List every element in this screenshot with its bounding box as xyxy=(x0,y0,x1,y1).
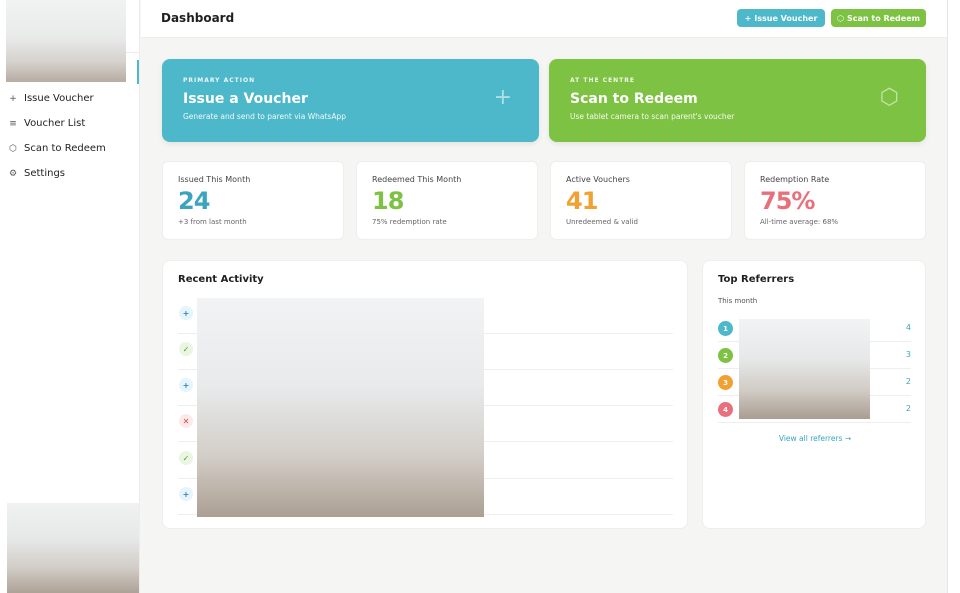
hexagon-icon: ⬡ xyxy=(9,143,17,154)
stat-label: Issued This Month xyxy=(178,175,251,184)
sidebar-item-scan-to-redeem[interactable]: ⬡ Scan to Redeem xyxy=(0,136,140,161)
plus-icon: + xyxy=(744,13,752,23)
sidebar-item-issue-voucher[interactable]: + Issue Voucher xyxy=(0,86,140,111)
top-referrers-panel: Top Referrers This month 1 4 2 3 3 2 4 2… xyxy=(702,260,926,529)
scan-to-redeem-card[interactable]: AT THE CENTRE Scan to Redeem Use tablet … xyxy=(549,59,926,142)
stat-note: 75% redemption rate xyxy=(372,218,447,226)
issue-icon: + xyxy=(179,487,193,501)
rank-badge: 3 xyxy=(718,375,733,390)
referral-count: 4 xyxy=(905,323,911,332)
referral-count: 3 xyxy=(905,350,911,359)
sidebar-item-label: Scan to Redeem xyxy=(24,143,106,154)
card-title: Issue a Voucher xyxy=(183,91,308,107)
stat-card-redeemed: Redeemed This Month 18 75% redemption ra… xyxy=(356,161,538,240)
sidebar-item-label: Settings xyxy=(24,168,66,179)
stat-card-redemption-rate: Redemption Rate 75% All-time average: 68… xyxy=(744,161,926,240)
page-title: Dashboard xyxy=(161,11,235,25)
stat-card-active: Active Vouchers 41 Unredeemed & valid xyxy=(550,161,732,240)
issue-icon: + xyxy=(179,306,193,320)
activity-image-placeholder xyxy=(197,298,484,517)
rank-badge: 1 xyxy=(718,321,733,336)
panel-subtitle: This month xyxy=(718,297,758,305)
sidebar-active-indicator xyxy=(137,60,139,84)
scan-to-redeem-button-label: Scan to Redeem xyxy=(846,13,920,23)
check-icon: ✓ xyxy=(179,342,193,356)
issue-voucher-button[interactable]: + Issue Voucher xyxy=(737,9,825,27)
sidebar-nav: + Issue Voucher ≡ Voucher List ⬡ Scan to… xyxy=(0,86,140,186)
gear-icon: ⚙ xyxy=(8,168,18,179)
card-subtitle: Generate and send to parent via WhatsApp xyxy=(183,112,346,121)
card-title: Scan to Redeem xyxy=(570,91,698,107)
sidebar-logo-image xyxy=(6,0,126,82)
sidebar-item-settings[interactable]: ⚙ Settings xyxy=(0,161,140,186)
panel-title: Recent Activity xyxy=(178,274,264,285)
card-subtitle: Use tablet camera to scan parent's vouch… xyxy=(570,112,735,121)
close-icon: ✕ xyxy=(179,414,193,428)
stat-label: Active Vouchers xyxy=(566,175,630,184)
hexagon-icon: ⬡ xyxy=(837,13,844,23)
stat-value: 24 xyxy=(178,187,210,215)
scan-to-redeem-button[interactable]: ⬡ Scan to Redeem xyxy=(831,9,926,27)
rank-badge: 4 xyxy=(718,402,733,417)
panel-title: Top Referrers xyxy=(718,274,795,285)
view-all-referrers-link[interactable]: View all referrers → xyxy=(703,434,927,443)
issue-icon: + xyxy=(179,378,193,392)
top-header: Dashboard + Issue Voucher ⬡ Scan to Rede… xyxy=(141,0,947,38)
stat-label: Redemption Rate xyxy=(760,175,830,184)
referral-count: 2 xyxy=(905,404,911,413)
sidebar-item-label: Issue Voucher xyxy=(24,93,94,104)
recent-activity-panel: Recent Activity + ✓ + ✕ ✓ + xyxy=(162,260,688,529)
card-eyebrow: AT THE CENTRE xyxy=(570,77,635,84)
stat-value: 41 xyxy=(566,187,598,215)
sidebar-user-image xyxy=(7,503,139,593)
card-eyebrow: PRIMARY ACTION xyxy=(183,77,256,84)
referral-count: 2 xyxy=(905,377,911,386)
issue-voucher-card[interactable]: PRIMARY ACTION Issue a Voucher Generate … xyxy=(162,59,539,142)
sidebar-item-label: Voucher List xyxy=(24,118,86,129)
check-icon: ✓ xyxy=(179,451,193,465)
stat-note: All-time average: 68% xyxy=(760,218,839,226)
stat-note: +3 from last month xyxy=(178,218,247,226)
stat-label: Redeemed This Month xyxy=(372,175,462,184)
rank-badge: 2 xyxy=(718,348,733,363)
stat-value: 18 xyxy=(372,187,404,215)
plus-icon: + xyxy=(493,85,512,110)
list-icon: ≡ xyxy=(9,118,17,129)
stat-value: 75% xyxy=(760,187,815,215)
stat-card-issued: Issued This Month 24 +3 from last month xyxy=(162,161,344,240)
sidebar: + Issue Voucher ≡ Voucher List ⬡ Scan to… xyxy=(0,0,140,593)
issue-voucher-button-label: Issue Voucher xyxy=(754,13,818,23)
referrers-image-placeholder xyxy=(739,319,870,419)
sidebar-item-voucher-list[interactable]: ≡ Voucher List xyxy=(0,111,140,136)
plus-icon: + xyxy=(9,93,17,104)
sidebar-divider xyxy=(126,52,140,53)
stat-note: Unredeemed & valid xyxy=(566,218,638,226)
hexagon-icon: ⬡ xyxy=(879,85,899,110)
window-edge xyxy=(947,0,960,593)
